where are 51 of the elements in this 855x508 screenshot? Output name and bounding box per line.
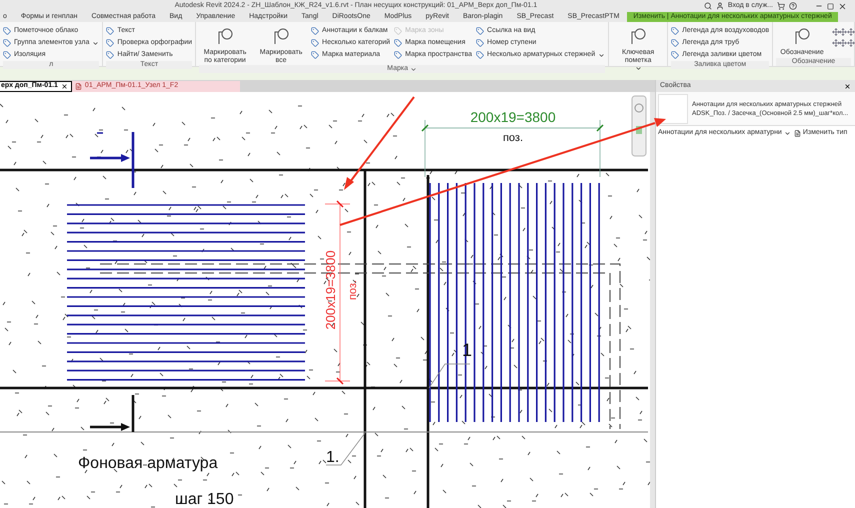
close-icon[interactable] bbox=[838, 2, 847, 10]
edit-type-icon bbox=[794, 130, 801, 136]
tag-icon bbox=[394, 27, 402, 35]
tag-icon bbox=[671, 51, 680, 59]
position-mark-text: поз. bbox=[502, 132, 524, 144]
dimension-text: 200x19=3800 bbox=[470, 109, 556, 125]
spacing-note-text: шаг 150 bbox=[175, 491, 234, 508]
tag-icon bbox=[3, 27, 11, 35]
tag-icon bbox=[671, 39, 680, 47]
dropdown-caret-icon bbox=[634, 65, 642, 72]
close-icon[interactable] bbox=[844, 82, 851, 90]
tag-icon bbox=[216, 27, 234, 45]
search-icon[interactable] bbox=[704, 2, 712, 10]
user-icon[interactable] bbox=[716, 2, 724, 10]
tag-icon bbox=[793, 27, 812, 45]
tag-icon bbox=[3, 39, 11, 47]
section-arrow-drawing bbox=[88, 130, 134, 190]
tag-icon bbox=[106, 27, 114, 35]
maximize-icon[interactable] bbox=[827, 2, 834, 10]
leader-line bbox=[428, 364, 470, 388]
tag-icon bbox=[106, 39, 114, 47]
tag-icon bbox=[106, 51, 114, 59]
note-text: Фоновая арматура bbox=[78, 455, 218, 472]
tag-icon bbox=[3, 51, 11, 59]
tag-icon bbox=[394, 51, 402, 59]
section-arrow-drawing bbox=[88, 394, 134, 434]
leader-line bbox=[326, 432, 366, 466]
navigation-bar[interactable] bbox=[632, 96, 646, 156]
help-icon[interactable] bbox=[789, 2, 797, 10]
tag-icon bbox=[394, 39, 402, 47]
view-icon bbox=[74, 83, 82, 90]
scrollbar[interactable] bbox=[650, 92, 655, 508]
tag-icon bbox=[311, 39, 320, 47]
tag-icon bbox=[311, 51, 320, 59]
type-preview bbox=[658, 94, 688, 124]
tag-icon bbox=[476, 27, 484, 35]
tag-icon bbox=[476, 39, 484, 47]
dropdown-caret-icon bbox=[92, 40, 100, 46]
dropdown-caret-icon bbox=[784, 130, 791, 136]
dropdown-caret-icon[interactable] bbox=[410, 66, 417, 72]
position-mark-text: поз. bbox=[347, 280, 359, 300]
tag-icon bbox=[311, 27, 320, 35]
tag-icon bbox=[476, 51, 484, 59]
rebar-tag-text: 1. bbox=[326, 449, 340, 466]
dropdown-caret-icon bbox=[598, 52, 606, 58]
cart-icon[interactable] bbox=[777, 2, 785, 10]
tag-icon bbox=[671, 27, 680, 35]
dimension-text: 200x19=3800 bbox=[323, 250, 338, 330]
tag-icon bbox=[629, 27, 648, 45]
tag-icon bbox=[272, 27, 290, 45]
close-icon[interactable] bbox=[60, 83, 68, 90]
